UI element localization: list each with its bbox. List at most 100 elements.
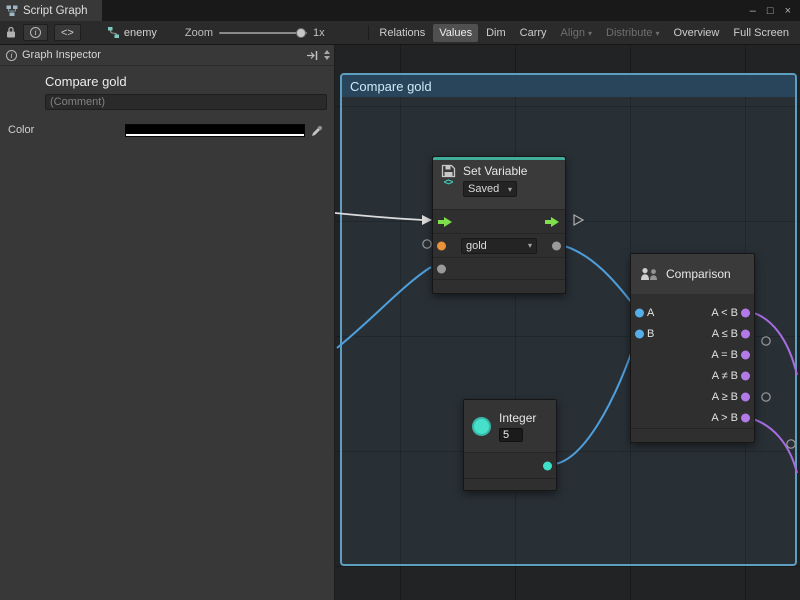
toolbar-buttons: Relations Values Dim Carry Align▾ Distri… bbox=[366, 24, 795, 42]
integer-icon bbox=[472, 417, 491, 436]
input-b-label: B bbox=[647, 328, 654, 340]
content-area: i Graph Inspector Compare gold Color bbox=[0, 45, 800, 600]
chevron-down-icon: ▾ bbox=[656, 29, 660, 38]
variable-kind-dropdown[interactable]: Saved ▾ bbox=[463, 181, 517, 197]
chevron-down-icon: ▾ bbox=[588, 29, 592, 38]
floppy-save-icon bbox=[441, 164, 456, 178]
node-set-variable[interactable]: <> Set Variable Saved ▾ bbox=[432, 156, 566, 294]
variable-name-port[interactable] bbox=[437, 241, 446, 250]
inspector-graph-title: Compare gold bbox=[45, 74, 326, 89]
output-label: A < B bbox=[711, 307, 738, 319]
relations-button[interactable]: Relations bbox=[373, 24, 431, 42]
carry-button[interactable]: Carry bbox=[514, 24, 553, 42]
close-button[interactable]: × bbox=[785, 5, 791, 17]
variable-kind-value: Saved bbox=[468, 183, 499, 195]
group-header[interactable]: Compare gold bbox=[342, 75, 795, 97]
output-label: A ≠ B bbox=[712, 370, 738, 382]
node-footer bbox=[464, 478, 556, 490]
zoom-slider-track bbox=[219, 32, 307, 34]
graph-canvas[interactable]: Compare gold bbox=[335, 45, 800, 600]
integer-output-port[interactable] bbox=[543, 461, 552, 470]
flow-row bbox=[433, 209, 565, 233]
output-a-neq-b-port[interactable] bbox=[741, 371, 750, 380]
code-preview-button[interactable]: <> bbox=[54, 24, 81, 41]
align-label: Align bbox=[561, 27, 585, 39]
window-controls: – □ × bbox=[750, 0, 800, 21]
graph-inspector-title: Graph Inspector bbox=[22, 49, 101, 61]
toolbar-separator bbox=[368, 25, 369, 40]
input-a-label: A bbox=[647, 307, 654, 319]
value-output-port[interactable] bbox=[552, 241, 561, 250]
node-title: Comparison bbox=[666, 267, 731, 281]
info-icon: i bbox=[6, 50, 17, 61]
output-label: A ≤ B bbox=[712, 328, 738, 340]
output-a-greatereq-b-port[interactable] bbox=[741, 392, 750, 401]
set-variable-header[interactable]: <> Set Variable Saved ▾ bbox=[433, 160, 565, 209]
chevron-down-icon: ▾ bbox=[508, 185, 512, 194]
output-a-lesseq-b-port[interactable] bbox=[741, 329, 750, 338]
output-a-less-b-port[interactable] bbox=[741, 308, 750, 317]
minimize-button[interactable]: – bbox=[750, 5, 756, 17]
color-label: Color bbox=[8, 124, 34, 136]
graph-asset-chip[interactable]: enemy bbox=[107, 26, 157, 39]
value-input-row bbox=[433, 257, 565, 279]
graph-asset-icon bbox=[107, 26, 120, 39]
scroll-up-icon[interactable] bbox=[324, 50, 330, 54]
group-title: Compare gold bbox=[350, 79, 432, 94]
output-a-eq-b-port[interactable] bbox=[741, 350, 750, 359]
code-badge-icon: <> bbox=[444, 178, 453, 187]
lock-icon[interactable] bbox=[5, 26, 17, 39]
tab-title: Script Graph bbox=[23, 5, 88, 17]
integer-value-input[interactable] bbox=[499, 428, 523, 442]
full-screen-button[interactable]: Full Screen bbox=[727, 24, 795, 42]
color-swatch[interactable] bbox=[125, 124, 305, 137]
comparison-row: A = B bbox=[631, 344, 754, 365]
integer-output-row bbox=[464, 452, 556, 478]
comparison-row: B A ≤ B bbox=[631, 323, 754, 344]
zoom-slider-handle[interactable] bbox=[296, 28, 306, 38]
dock-panel-icon[interactable] bbox=[306, 50, 319, 61]
variable-name-dropdown[interactable]: gold ▾ bbox=[461, 238, 537, 254]
scroll-down-icon[interactable] bbox=[324, 56, 330, 60]
chevron-down-icon: ▾ bbox=[528, 241, 532, 250]
dim-button[interactable]: Dim bbox=[480, 24, 512, 42]
comparison-icon bbox=[640, 267, 659, 281]
panel-stepper bbox=[324, 50, 331, 60]
variable-name-value: gold bbox=[466, 240, 487, 252]
input-b-port[interactable] bbox=[635, 329, 644, 338]
zoom-value: 1x bbox=[313, 27, 325, 39]
distribute-dropdown-button[interactable]: Distribute▾ bbox=[600, 24, 665, 42]
zoom-slider[interactable] bbox=[219, 26, 307, 40]
node-footer bbox=[433, 279, 565, 294]
variable-row: gold ▾ bbox=[433, 233, 565, 257]
node-title: Integer bbox=[499, 411, 536, 425]
graph-info-button[interactable]: i bbox=[23, 24, 48, 41]
color-field-row: Color bbox=[0, 123, 334, 139]
unity-script-graph-window: Script Graph – □ × i <> enemy Zoom bbox=[0, 0, 800, 600]
value-input-port[interactable] bbox=[437, 264, 446, 273]
comparison-row: A A < B bbox=[631, 302, 754, 323]
node-title: Set Variable bbox=[463, 164, 527, 178]
input-a-port[interactable] bbox=[635, 308, 644, 317]
comment-input[interactable] bbox=[45, 94, 327, 110]
values-button[interactable]: Values bbox=[433, 24, 478, 42]
flow-input-port[interactable] bbox=[438, 217, 452, 227]
tab-script-graph[interactable]: Script Graph bbox=[0, 0, 102, 21]
node-integer[interactable]: Integer bbox=[463, 399, 557, 491]
node-comparison[interactable]: Comparison A A < B B A ≤ B bbox=[630, 253, 755, 443]
eyedropper-icon[interactable] bbox=[311, 124, 324, 137]
overview-button[interactable]: Overview bbox=[668, 24, 726, 42]
graph-inspector-panel: i Graph Inspector Compare gold Color bbox=[0, 45, 335, 600]
graph-asset-name: enemy bbox=[124, 27, 157, 39]
titlebar: Script Graph – □ × bbox=[0, 0, 800, 21]
comparison-row: A ≥ B bbox=[631, 386, 754, 407]
align-dropdown-button[interactable]: Align▾ bbox=[555, 24, 598, 42]
graph-inspector-header[interactable]: i Graph Inspector bbox=[0, 45, 334, 66]
comparison-header[interactable]: Comparison bbox=[631, 254, 754, 294]
output-label: A ≥ B bbox=[712, 391, 738, 403]
output-a-greater-b-port[interactable] bbox=[741, 413, 750, 422]
node-footer bbox=[631, 428, 754, 444]
flow-output-port[interactable] bbox=[545, 217, 559, 227]
maximize-button[interactable]: □ bbox=[767, 5, 774, 17]
integer-header[interactable]: Integer bbox=[464, 400, 556, 452]
